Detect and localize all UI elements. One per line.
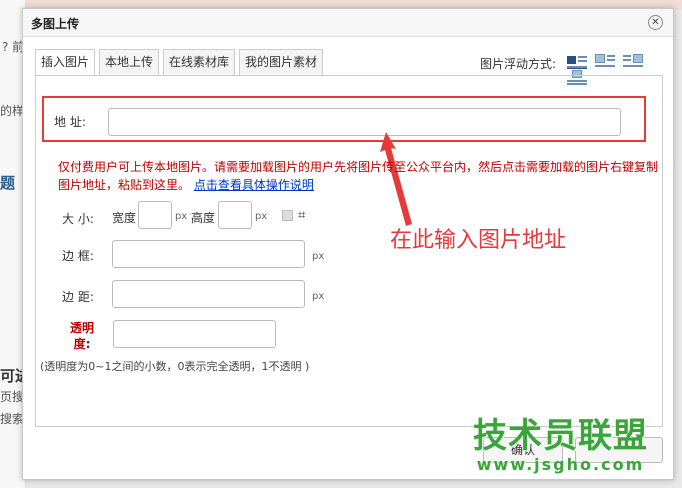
- opacity-note: (透明度为0~1之间的小数，0表示完全透明，1不透明 ): [40, 360, 310, 373]
- tab-insert-image[interactable]: 插入图片: [35, 49, 96, 76]
- url-label: 地 址:: [54, 115, 86, 129]
- tab-online-library[interactable]: 在线素材库: [163, 49, 236, 75]
- multi-image-upload-dialog: 多图上传 ✕ 插入图片 本地上传 在线素材库 我的图片素材 图片浮动方式: 地 …: [22, 8, 674, 480]
- width-label: 宽度: [112, 211, 137, 225]
- float-left-icon[interactable]: [594, 53, 615, 69]
- url-highlight-box: 地 址:: [42, 96, 646, 142]
- border-label: 边 框:: [62, 249, 94, 263]
- close-icon[interactable]: ✕: [648, 15, 663, 30]
- lock-ratio-icon: ⌗: [298, 208, 306, 223]
- float-none-icon[interactable]: [567, 53, 587, 69]
- background-text-fragment: 搜索: [0, 412, 25, 426]
- width-input[interactable]: [138, 201, 172, 229]
- width-unit: px: [175, 211, 188, 222]
- opacity-input[interactable]: [113, 320, 276, 348]
- border-unit: px: [312, 251, 325, 262]
- watermark-url: www.jsgho.com: [476, 455, 645, 474]
- watermark-title: 技术员联盟: [473, 416, 648, 456]
- dialog-tabs: 插入图片 本地上传 在线素材库 我的图片素材: [35, 49, 327, 76]
- margin-label: 边 距:: [62, 290, 94, 304]
- insert-image-panel: 地 址: 仅付费用户可上传本地图片。请需要加载图片的用户先将图片传至公众平台内，…: [35, 75, 663, 427]
- margin-input[interactable]: [112, 280, 305, 308]
- operation-guide-link[interactable]: 点击查看具体操作说明: [194, 178, 314, 192]
- float-right-icon[interactable]: [622, 53, 643, 69]
- size-label: 大 小:: [62, 212, 94, 226]
- background-text-fragment: 题: [0, 174, 16, 192]
- annotation-text: 在此输入图片地址: [390, 228, 567, 253]
- watermark-logo: 技术员联盟 www.jsgho.com: [453, 417, 668, 474]
- height-label: 高度: [191, 211, 216, 225]
- height-unit: px: [255, 211, 268, 222]
- background-text-fragment: 的样: [0, 104, 25, 118]
- border-input[interactable]: [112, 240, 305, 268]
- lock-ratio-checkbox[interactable]: [282, 210, 293, 221]
- tab-my-images[interactable]: 我的图片素材: [239, 49, 324, 75]
- background-text-fragment: 页搜: [0, 390, 25, 404]
- image-url-input[interactable]: [108, 108, 621, 136]
- opacity-label: 透明度:: [69, 321, 94, 351]
- dialog-titlebar: 多图上传 ✕: [23, 9, 673, 37]
- warning-text: 仅付费用户可上传本地图片。请需要加载图片的用户先将图片传至公众平台内，然后点击需…: [58, 160, 659, 192]
- background-text-fragment: ? 前: [2, 40, 25, 54]
- float-mode-label: 图片浮动方式:: [480, 57, 557, 71]
- height-input[interactable]: [218, 201, 252, 229]
- dialog-title: 多图上传: [31, 17, 80, 31]
- tab-local-upload[interactable]: 本地上传: [99, 49, 160, 75]
- margin-unit: px: [312, 291, 325, 302]
- upload-warning: 仅付费用户可上传本地图片。请需要加载图片的用户先将图片传至公众平台内，然后点击需…: [58, 158, 658, 194]
